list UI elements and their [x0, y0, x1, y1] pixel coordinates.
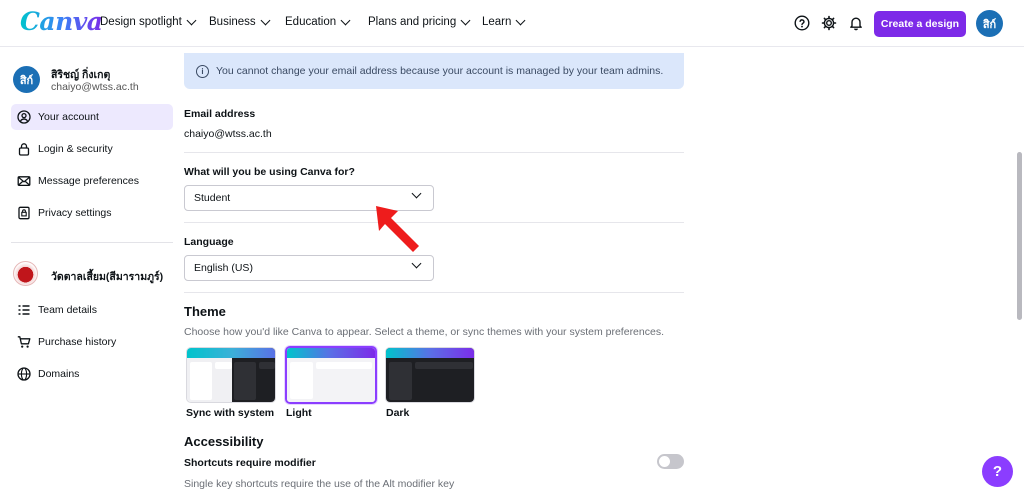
language-select[interactable]: English (US): [184, 255, 434, 281]
top-navigation: Canva Design spotlight Business Educatio…: [0, 0, 1024, 47]
theme-label-dark: Dark: [386, 407, 410, 419]
nav-learn[interactable]: Learn: [482, 15, 526, 28]
sidebar-item-team-details[interactable]: Team details: [11, 297, 173, 323]
email-managed-notice: i You cannot change your email address b…: [184, 53, 684, 89]
theme-option-sync[interactable]: [186, 347, 276, 403]
email-label: Email address: [184, 108, 256, 120]
team-logo: [13, 261, 38, 286]
user-email: chaiyo@wtss.ac.th: [51, 81, 139, 93]
usage-label: What will you be using Canva for?: [184, 166, 355, 178]
sidebar-item-purchase-history[interactable]: Purchase history: [11, 329, 173, 355]
sidebar-item-label: Login & security: [38, 143, 113, 155]
sidebar-item-label: Domains: [38, 368, 80, 380]
sidebar-item-label: Purchase history: [38, 336, 117, 348]
sidebar-item-domains[interactable]: Domains: [11, 361, 173, 387]
sidebar-item-label: Team details: [38, 304, 97, 316]
scrollbar[interactable]: [1017, 152, 1022, 320]
divider: [184, 222, 684, 223]
help-button[interactable]: ?: [982, 456, 1013, 487]
theme-option-light[interactable]: [285, 346, 377, 404]
team-name[interactable]: วัดตาลเสี้ยม(สีมารามภูร์): [51, 268, 163, 285]
usage-selected-value: Student: [194, 192, 231, 204]
chevron-down-icon: [515, 15, 526, 25]
chevron-down-icon: [260, 15, 271, 25]
sidebar-item-label: Privacy settings: [38, 207, 112, 219]
canva-logo[interactable]: Canva: [20, 7, 103, 36]
theme-preview-dark: [386, 348, 474, 402]
account-avatar[interactable]: สิก์: [976, 10, 1003, 37]
chevron-down-icon: [186, 15, 197, 25]
shortcuts-toggle[interactable]: [657, 454, 684, 469]
theme-preview-light-half: [187, 348, 232, 402]
divider: [184, 292, 684, 293]
sidebar-item-message-preferences[interactable]: Message preferences: [11, 168, 173, 194]
bell-icon[interactable]: [848, 15, 864, 31]
list-icon: [18, 305, 30, 315]
nav-label: Plans and pricing: [368, 16, 457, 28]
chevron-down-icon: [340, 15, 351, 25]
theme-option-dark[interactable]: [385, 347, 475, 403]
chevron-down-icon: [411, 258, 422, 269]
chevron-down-icon: [411, 188, 422, 199]
red-arrow-annotation: [376, 206, 419, 252]
nav-business[interactable]: Business: [209, 15, 271, 28]
theme-label-sync: Sync with system: [186, 407, 275, 419]
avatar: สิก์: [13, 66, 40, 93]
language-selected-value: English (US): [194, 262, 253, 274]
language-label: Language: [184, 236, 234, 248]
info-icon: i: [196, 64, 209, 78]
sidebar-item-your-account[interactable]: Your account: [11, 104, 173, 130]
nav-label: Learn: [482, 16, 512, 28]
theme-title: Theme: [184, 304, 226, 319]
nav-label: Design spotlight: [100, 16, 182, 28]
cart-icon: [17, 336, 31, 348]
chevron-down-icon: [460, 15, 471, 25]
globe-icon: [17, 367, 31, 381]
theme-preview-dark-half: [232, 348, 275, 402]
shortcuts-description: Single key shortcuts require the use of …: [184, 478, 455, 490]
theme-description: Choose how you'd like Canva to appear. S…: [184, 326, 664, 338]
user-circle-icon: [17, 110, 31, 124]
gear-icon[interactable]: [821, 15, 837, 31]
sidebar-divider: [11, 242, 173, 243]
email-value: chaiyo@wtss.ac.th: [184, 128, 272, 140]
nav-design-spotlight[interactable]: Design spotlight: [100, 15, 197, 28]
create-design-button[interactable]: Create a design: [874, 11, 966, 37]
shield-lock-icon: [18, 206, 30, 220]
sidebar-item-login-security[interactable]: Login & security: [11, 136, 173, 162]
sidebar-item-privacy-settings[interactable]: Privacy settings: [11, 200, 173, 226]
toggle-knob: [659, 456, 670, 467]
divider: [184, 152, 684, 153]
sidebar-item-label: Your account: [38, 111, 99, 123]
lock-icon: [18, 143, 30, 156]
nav-label: Business: [209, 16, 256, 28]
nav-education[interactable]: Education: [285, 15, 351, 28]
accessibility-title: Accessibility: [184, 434, 264, 449]
nav-plans-and-pricing[interactable]: Plans and pricing: [368, 15, 471, 28]
theme-label-light: Light: [286, 407, 312, 419]
shortcuts-label: Shortcuts require modifier: [184, 457, 316, 469]
notice-text: You cannot change your email address bec…: [216, 65, 664, 77]
theme-preview-light: [287, 348, 375, 402]
nav-label: Education: [285, 16, 337, 28]
help-circle-icon[interactable]: [794, 15, 810, 31]
sidebar-item-label: Message preferences: [38, 175, 139, 187]
envelope-icon: [17, 176, 31, 187]
